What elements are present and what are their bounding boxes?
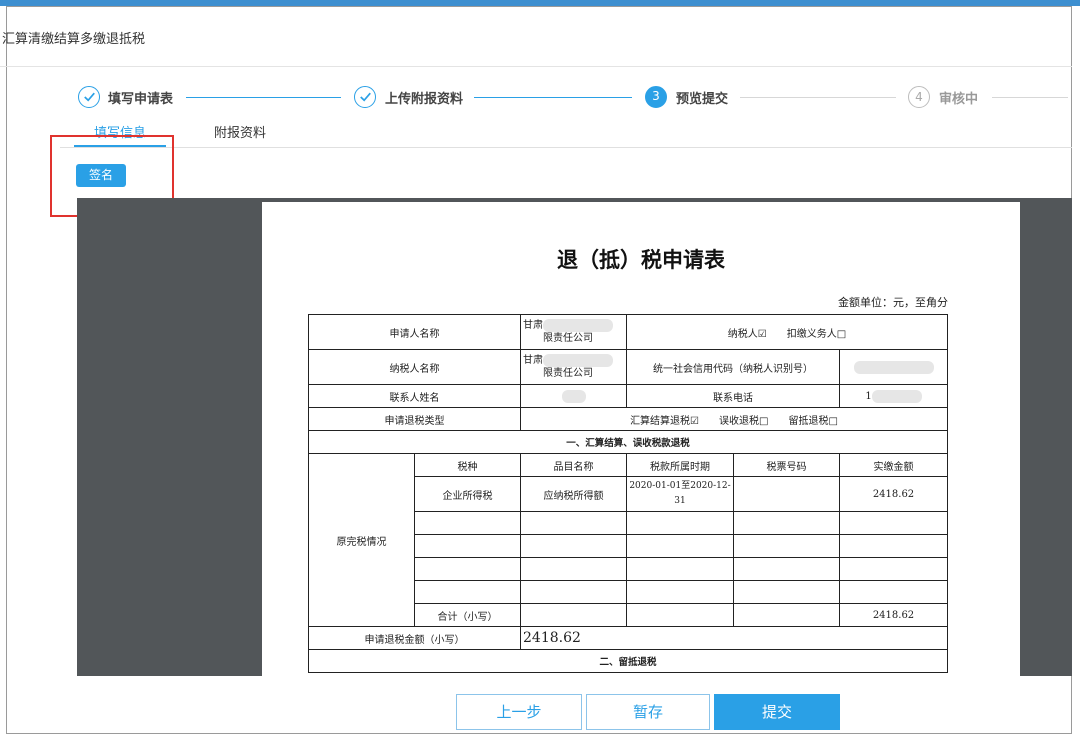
unit-note: 金额单位：元，至角分: [838, 296, 948, 309]
amount-cell: 2418.62: [839, 476, 948, 512]
applicant-name-label: 申请人名称: [308, 314, 521, 350]
column-header: 税票号码: [733, 453, 840, 477]
document-title: 退（抵）税申请表: [557, 247, 725, 272]
taxpayer-name-value: 甘肃 限责任公司: [520, 349, 627, 385]
column-header: 实缴金额: [839, 453, 948, 477]
refund-type-value: 汇算结算退税☑ 误收退税□ 留抵退税□: [520, 407, 948, 431]
taxpayer-name-line2: 限责任公司: [543, 368, 593, 379]
contact-label: 联系人姓名: [308, 384, 521, 408]
phone-value: 1: [839, 384, 948, 408]
redaction: [853, 360, 934, 374]
save-draft-button[interactable]: 暂存: [586, 694, 710, 730]
column-header: 税款所属时期: [626, 453, 734, 477]
item-cell: 应纳税所得额: [520, 476, 627, 512]
taxpayer-name-label: 纳税人名称: [308, 349, 521, 385]
step-connector: [186, 97, 341, 98]
step-2-label: 上传附报资料: [385, 92, 464, 107]
refund-amount-value: 2418.62: [520, 626, 948, 650]
credit-code-value: [839, 349, 948, 385]
refund-application-table: 申请人名称 甘肃 限责任公司 纳税人☑ 扣缴义务人□ 纳税人名称 甘肃 限责任公…: [308, 314, 948, 673]
subtotal-label: 合计（小写）: [414, 603, 521, 627]
section-2-title: 二、留抵退税: [308, 649, 948, 673]
table-row: 纳税人名称 甘肃 限责任公司 统一社会信用代码（纳税人识别号）: [308, 349, 948, 385]
step-connector: [992, 97, 1068, 98]
refund-amount-label: 申请退税金额（小写）: [308, 626, 521, 650]
contact-value: [520, 384, 627, 408]
step-1-label: 填写申请表: [108, 92, 174, 107]
step-connector: [740, 97, 896, 98]
column-header: 品目名称: [520, 453, 627, 477]
table-row: 原完税情况 税种 品目名称 税款所属时期 税票号码 实缴金额: [308, 453, 948, 627]
phone-label: 联系电话: [626, 384, 840, 408]
step-1-check-icon: [78, 86, 100, 108]
redaction: [543, 319, 613, 332]
step-connector: [474, 97, 632, 98]
table-row: 二、留抵退税: [308, 649, 948, 673]
progress-steps: 填写申请表 上传附报资料 3 预览提交 4 审核中: [0, 86, 1080, 114]
divider: [0, 66, 1072, 67]
taxpayer-flags: 纳税人☑ 扣缴义务人□: [626, 314, 948, 350]
table-row: 一、汇算结算、误收税款退税: [308, 430, 948, 454]
step-3-number: 3: [645, 86, 667, 108]
page-title: 汇算清缴结算多缴退抵税: [2, 32, 146, 47]
section-1-title: 一、汇算结算、误收税款退税: [308, 430, 948, 454]
submit-button[interactable]: 提交: [714, 694, 840, 730]
document-page: 退（抵）税申请表 金额单位：元，至角分 申请人名称 甘肃 限责任公司 纳税人☑ …: [262, 202, 1020, 676]
applicant-name-line1: 甘肃: [523, 320, 543, 331]
ticket-cell: [733, 476, 840, 512]
table-row: 联系人姓名 联系电话 1: [308, 384, 948, 408]
previous-step-button[interactable]: 上一步: [456, 694, 582, 730]
credit-code-label: 统一社会信用代码（纳税人识别号）: [626, 349, 840, 385]
table-row: 申请退税金额（小写） 2418.62: [308, 626, 948, 650]
step-4-label: 审核中: [939, 92, 979, 107]
period-cell: 2020-01-01至2020-12-31: [626, 476, 734, 512]
step-2-check-icon: [354, 86, 376, 108]
document-preview[interactable]: 退（抵）税申请表 金额单位：元，至角分 申请人名称 甘肃 限责任公司 纳税人☑ …: [77, 198, 1072, 676]
tabs-divider: [60, 147, 1072, 148]
step-4-number: 4: [908, 86, 930, 108]
phone-prefix: 1: [865, 390, 872, 402]
redaction: [871, 389, 922, 403]
tab-attachments[interactable]: 附报资料: [214, 122, 266, 141]
taxpayer-name-line1: 甘肃: [523, 355, 543, 366]
table-row: 申请退税类型 汇算结算退税☑ 误收退税□ 留抵退税□: [308, 407, 948, 431]
refund-type-label: 申请退税类型: [308, 407, 521, 431]
table-row: 申请人名称 甘肃 限责任公司 纳税人☑ 扣缴义务人□: [308, 314, 948, 350]
original-tax-label: 原完税情况: [308, 453, 415, 627]
redaction: [543, 354, 613, 367]
applicant-name-value: 甘肃 限责任公司: [520, 314, 627, 350]
step-3-label: 预览提交: [676, 92, 729, 107]
tax-type-cell: 企业所得税: [414, 476, 521, 512]
applicant-name-line2: 限责任公司: [543, 333, 593, 344]
subtotal-amount: 2418.62: [839, 603, 948, 627]
redaction: [561, 389, 586, 403]
column-header: 税种: [414, 453, 521, 477]
